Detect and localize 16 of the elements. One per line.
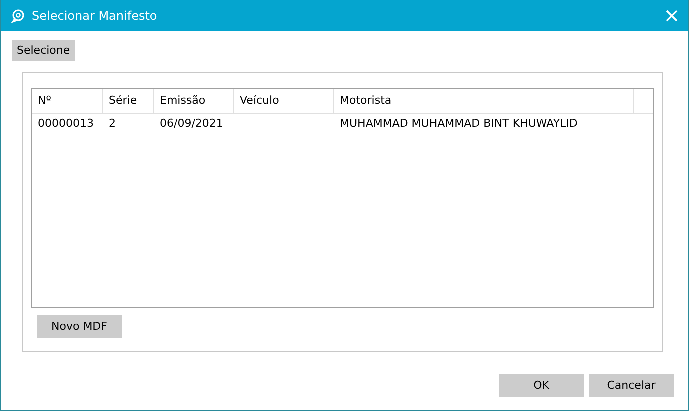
close-icon[interactable] xyxy=(666,10,678,22)
chat-icon xyxy=(11,8,25,22)
column-header[interactable]: Nº xyxy=(32,89,103,113)
ok-button[interactable]: OK xyxy=(499,374,584,397)
column-header[interactable]: Veículo xyxy=(234,89,334,113)
table-cell-text: 00000013 xyxy=(37,116,95,132)
new-mdf-button[interactable]: Novo MDF xyxy=(37,315,122,338)
window-title: Selecionar Manifesto xyxy=(32,8,158,22)
table-cell-text: 06/09/2021 xyxy=(159,116,224,132)
cancel-button[interactable]: Cancelar xyxy=(589,374,674,397)
table-cell-text: MUHAMMAD MUHAMMAD BINT KHUWAYLID xyxy=(339,116,579,132)
column-header[interactable]: Série xyxy=(103,89,154,113)
tab[interactable]: Selecione xyxy=(12,40,76,61)
table-cell-text: 2 xyxy=(108,116,117,132)
column-header[interactable]: Motorista xyxy=(334,89,634,113)
column-header[interactable]: Emissão xyxy=(154,89,234,113)
